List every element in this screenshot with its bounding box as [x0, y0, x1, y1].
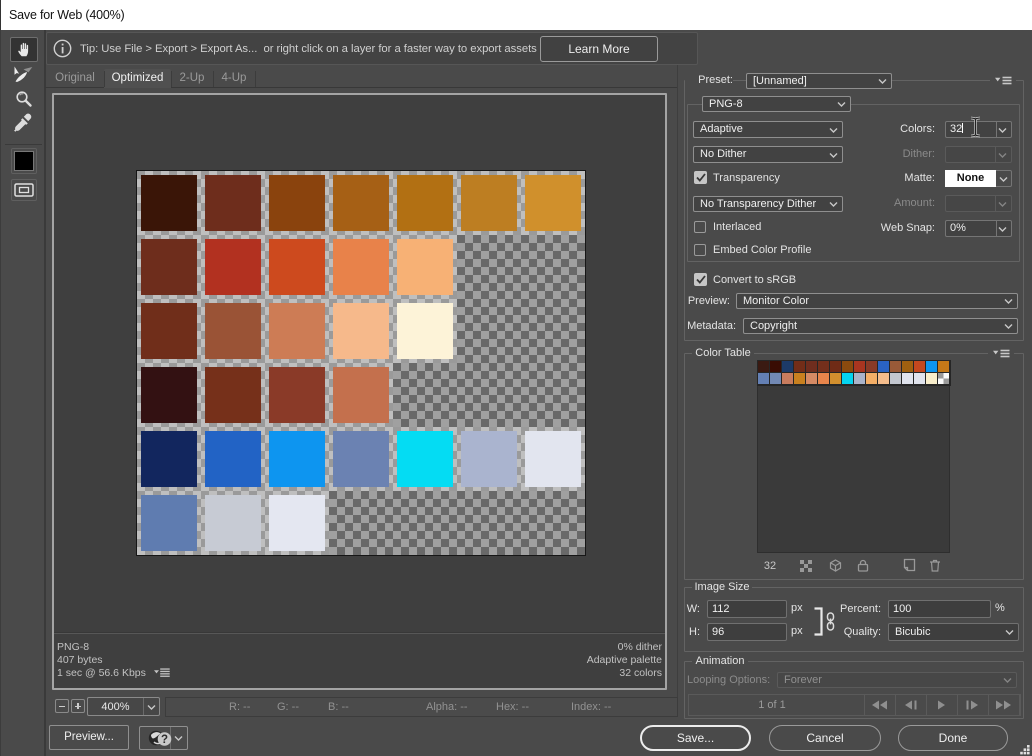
svg-text:?: ? — [161, 734, 168, 746]
